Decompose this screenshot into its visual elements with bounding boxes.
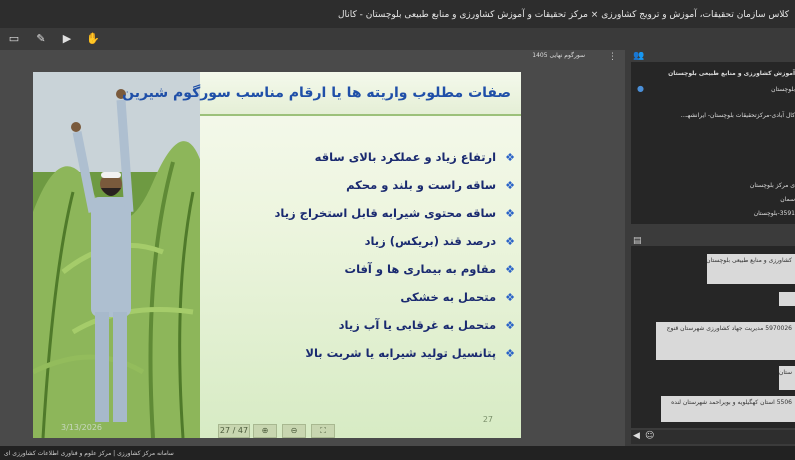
chat-message: کشاورزی و منابع طبیعی بلوچستان xyxy=(707,254,795,284)
bullet-item: ❖ساقه محتوی شیرابه قابل استخراج زیاد xyxy=(274,206,515,220)
mic-icon: ● xyxy=(637,84,644,93)
participant-line: ی مرکز بلوچستان xyxy=(749,182,795,189)
diamond-bullet-icon: ❖ xyxy=(505,179,515,192)
hand-icon[interactable]: ✋ xyxy=(85,31,101,47)
chat-input-bar[interactable]: ◀ ☺ xyxy=(631,430,795,444)
window-title-bar: کلاس سازمان تحقیقات، آموزش و ترویج کشاور… xyxy=(0,0,795,28)
send-icon[interactable]: ◀ xyxy=(633,431,640,441)
participant-line: بلوچستان xyxy=(771,86,795,93)
chat-icon[interactable]: ▤ xyxy=(633,236,642,246)
status-bar: سامانه مرکز کشاورزی | مرکز علوم و فناوری… xyxy=(0,446,795,460)
participants-panel: آموزش کشاورزی و منابع طبیعی بلوچستان بلو… xyxy=(631,62,795,224)
slide-header: صفات مطلوب واریته ها یا ارقام مناسب سورگ… xyxy=(122,72,521,116)
slide-number: 27 xyxy=(482,415,493,424)
diamond-bullet-icon: ❖ xyxy=(505,291,515,304)
presentation-stage: سورگوم نهایی 1405 ⋮ 3/13/2026 صفات مطلوب… xyxy=(0,50,625,446)
participant-line: آموزش کشاورزی و منابع طبیعی بلوچستان xyxy=(668,70,795,77)
bullet-list: ❖ارتفاع زیاد و عملکرد بالای ساقه ❖ساقه ر… xyxy=(215,150,515,374)
presentation-file-name: سورگوم نهایی 1405 xyxy=(532,52,585,59)
bullet-item: ❖ارتفاع زیاد و عملکرد بالای ساقه xyxy=(314,150,515,164)
bullet-item: ❖ساقه راست و بلند و محکم xyxy=(346,178,515,192)
zoom-out-icon[interactable]: ⊖ xyxy=(282,424,306,438)
diamond-bullet-icon: ❖ xyxy=(505,347,515,360)
diamond-bullet-icon: ❖ xyxy=(505,263,515,276)
bullet-item: ❖متحمل به غرقابی یا آب زیاد xyxy=(338,318,515,332)
participant-line: 3591-بلوچستان xyxy=(753,210,795,217)
slide-photo: 3/13/2026 xyxy=(33,72,201,438)
chat-message xyxy=(779,292,795,306)
diamond-bullet-icon: ❖ xyxy=(505,207,515,220)
fullscreen-icon[interactable]: ⛶ xyxy=(311,424,335,438)
bullet-item: ❖درصد قند (بریکس) زیاد xyxy=(364,234,515,248)
participants-icon[interactable]: 👥 xyxy=(633,51,644,61)
laptop-icon[interactable]: ▭ xyxy=(6,31,22,47)
play-icon[interactable]: ▶ xyxy=(59,31,75,47)
emoji-icon[interactable]: ☺ xyxy=(645,431,654,441)
bullet-item: ❖پتانسیل تولید شیرابه یا شربت بالا xyxy=(305,346,515,360)
pen-icon[interactable]: ✎ xyxy=(33,31,49,47)
diamond-bullet-icon: ❖ xyxy=(505,235,515,248)
status-text: سامانه مرکز کشاورزی | مرکز علوم و فناوری… xyxy=(4,450,174,457)
more-options-icon[interactable]: ⋮ xyxy=(608,52,617,62)
chat-message: 5970026 مدیریت جهاد کشاورزی شهرستان قنوج xyxy=(656,322,795,360)
photo-date: 3/13/2026 xyxy=(61,423,103,432)
zoom-in-icon[interactable]: ⊕ xyxy=(253,424,277,438)
chat-message: 5506 استان کهگیلویه و بویراحمد شهرستان ل… xyxy=(661,396,795,422)
bullet-item: ❖مقاوم به بیماری ها و آفات xyxy=(344,262,515,276)
sorghum-field-photo xyxy=(33,72,201,438)
bullet-item: ❖متحمل به خشکی xyxy=(400,290,515,304)
slide-title: صفات مطلوب واریته ها یا ارقام مناسب سورگ… xyxy=(122,85,511,101)
participant-line: کال آبادی-مرکزتحقیقات بلوچستان- ایرانشهـ… xyxy=(680,112,795,119)
toolbar: ▭ ✎ ▶ ✋ xyxy=(0,28,795,50)
participant-line: سمان xyxy=(780,196,795,203)
page-counter: 27 / 47 xyxy=(218,424,250,438)
diamond-bullet-icon: ❖ xyxy=(505,151,515,164)
chat-message: ستان xyxy=(779,366,795,390)
slide: صفات مطلوب واریته ها یا ارقام مناسب سورگ… xyxy=(122,72,521,438)
chat-panel: کشاورزی و منابع طبیعی بلوچستان 5970026 م… xyxy=(631,246,795,428)
diamond-bullet-icon: ❖ xyxy=(505,319,515,332)
side-panel: 👥 آموزش کشاورزی و منابع طبیعی بلوچستان ب… xyxy=(625,50,795,446)
window-title: کلاس سازمان تحقیقات، آموزش و ترویج کشاور… xyxy=(337,10,789,20)
